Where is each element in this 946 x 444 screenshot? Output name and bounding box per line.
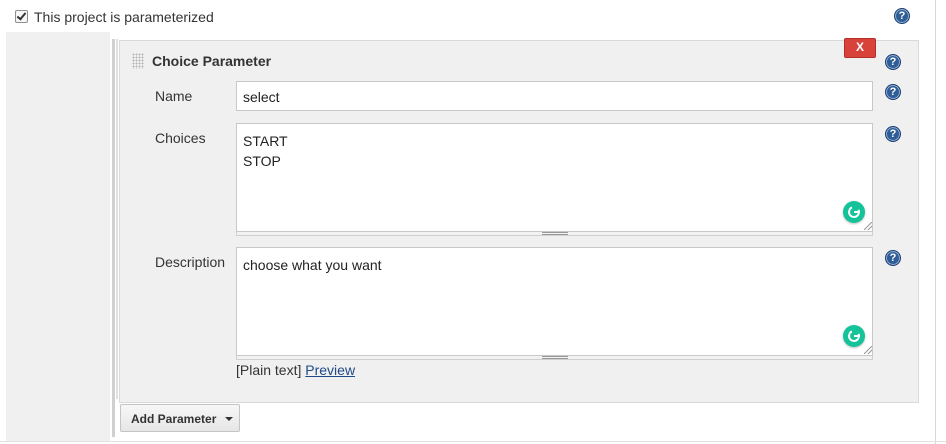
caret-down-icon: [225, 417, 233, 421]
resize-grip-icon[interactable]: [542, 232, 568, 235]
container-rail-inner: [116, 39, 118, 399]
name-input[interactable]: select: [236, 81, 873, 111]
grammarly-icon[interactable]: [843, 201, 865, 223]
section-border-bottom: [0, 441, 946, 442]
help-icon[interactable]: ?: [894, 8, 910, 24]
choices-label: Choices: [155, 130, 206, 146]
parameterized-row: This project is parameterized ?: [0, 0, 935, 32]
help-icon[interactable]: ?: [885, 84, 901, 100]
preview-link[interactable]: Preview: [305, 362, 355, 378]
parameter-title: Choice Parameter: [152, 53, 272, 69]
help-icon[interactable]: ?: [885, 126, 901, 142]
resize-corner-icon[interactable]: [864, 346, 872, 354]
choices-resize-bar[interactable]: [236, 232, 873, 236]
name-label: Name: [155, 88, 193, 104]
add-parameter-button[interactable]: Add Parameter: [120, 404, 240, 432]
parameterized-checkbox[interactable]: [15, 10, 28, 23]
plain-text-label: [Plain text]: [236, 362, 302, 378]
description-label: Description: [155, 254, 226, 270]
help-icon[interactable]: ?: [885, 54, 901, 70]
drag-handle-icon[interactable]: [132, 53, 144, 69]
help-icon[interactable]: ?: [885, 250, 901, 266]
add-parameter-label: Add Parameter: [131, 412, 217, 426]
parameterized-label: This project is parameterized: [34, 9, 214, 25]
description-resize-bar[interactable]: [236, 356, 873, 360]
section-border-right: [935, 0, 936, 444]
choices-textarea[interactable]: START STOP: [236, 123, 873, 232]
container-rail: [112, 39, 115, 437]
delete-parameter-button[interactable]: X: [844, 38, 876, 58]
resize-grip-icon[interactable]: [542, 356, 568, 359]
description-textarea[interactable]: choose what you want: [236, 247, 873, 356]
resize-corner-icon[interactable]: [864, 222, 872, 230]
description-format: [Plain text] Preview: [236, 362, 355, 378]
grammarly-icon[interactable]: [843, 325, 865, 347]
